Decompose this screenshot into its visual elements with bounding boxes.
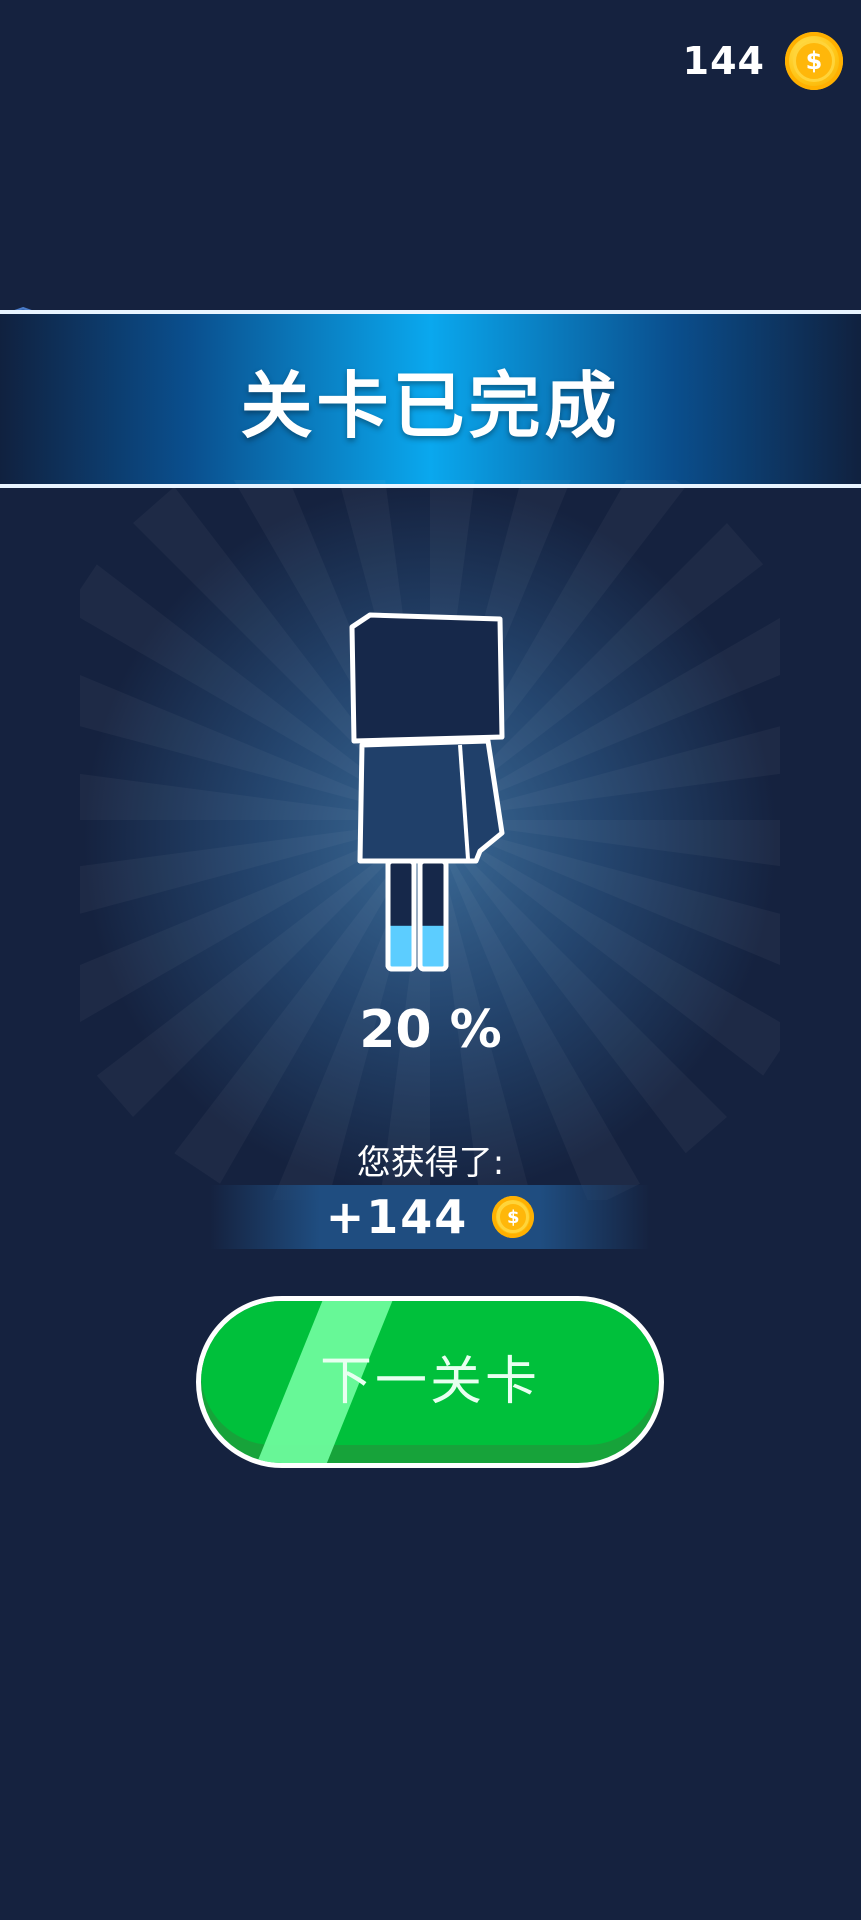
reward-strip: +144 $ [210, 1185, 650, 1249]
character-figure [349, 612, 505, 972]
coin-total: 144 [682, 39, 765, 83]
coin-icon: $ [785, 32, 843, 90]
level-complete-screen: 144 $ 关卡已完成 20 % 您获得了: +144 $ 下一关卡 [0, 0, 861, 1920]
coin-icon: $ [492, 1196, 535, 1238]
earned-label: 您获得了: [356, 1143, 505, 1183]
reward-amount: +144 [325, 1190, 469, 1244]
next-level-label: 下一关卡 [319, 1351, 540, 1412]
next-level-button[interactable]: 下一关卡 [196, 1296, 664, 1468]
coin-counter: 144 $ [683, 32, 843, 90]
level-complete-banner: 关卡已完成 [0, 310, 861, 488]
banner-title: 关卡已完成 [240, 363, 621, 448]
completion-percent: 20 % [359, 1000, 502, 1060]
